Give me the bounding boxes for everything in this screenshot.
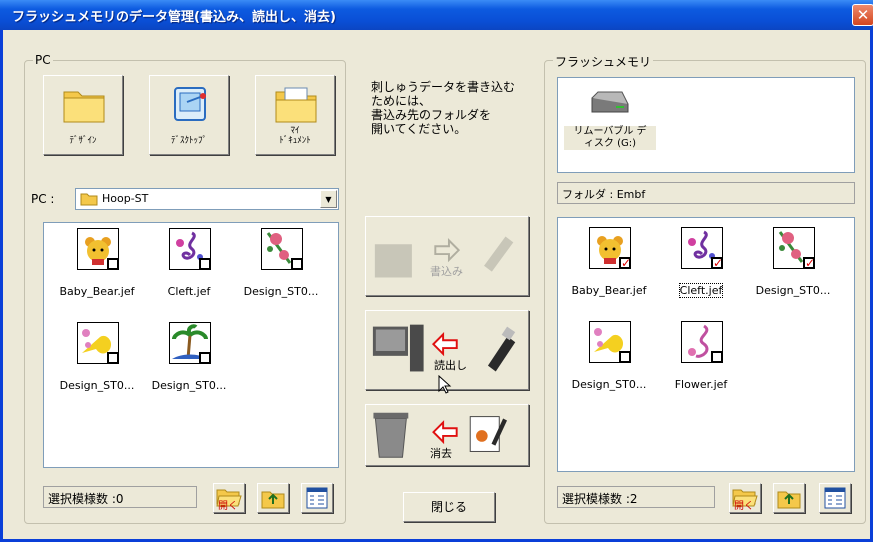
- file-name: Cleft.jef: [654, 283, 748, 298]
- flash-file-list[interactable]: ✓ Baby_Bear.jef ✓ Cleft.jef ✓ Design_ST0…: [557, 217, 855, 472]
- flash-file-item[interactable]: ✓ Cleft.jef: [654, 224, 748, 314]
- flash-folder-field: フォルダ : Embf: [557, 182, 855, 204]
- read-button[interactable]: 読出し: [365, 310, 529, 394]
- checked-checkbox[interactable]: ✓: [619, 257, 631, 269]
- pc-view-toggle-button[interactable]: [301, 483, 333, 513]
- pc-location-value: Hoop-ST: [102, 192, 149, 205]
- flash-up-folder-button[interactable]: [773, 483, 805, 513]
- pc-open-label: 開く: [218, 501, 238, 512]
- write-to-flash-icon: [374, 236, 514, 278]
- file-name: Design_ST0...: [59, 379, 135, 392]
- desktop-icon: [174, 87, 206, 121]
- bear-thumbnail: ✓: [589, 227, 631, 269]
- bear-thumbnail: [77, 228, 119, 270]
- folder-icon: [63, 91, 105, 123]
- select-checkbox[interactable]: [199, 352, 211, 364]
- focused-file-name: Cleft.jef: [678, 283, 724, 298]
- title-bar: フラッシュメモリのデータ管理(書込み、読出し、消去) ✕: [0, 0, 873, 30]
- main-window: フラッシュメモリのデータ管理(書込み、読出し、消去) ✕ PC ﾃﾞｻﾞｲﾝ ﾃ…: [0, 0, 873, 542]
- pc-selected-count: 選択模様数 :0: [43, 486, 197, 508]
- file-name: Design_ST0...: [243, 285, 319, 298]
- checked-checkbox[interactable]: ✓: [803, 257, 815, 269]
- my-documents-label: ﾏｲ ﾄﾞｷｭﾒﾝﾄ: [279, 126, 311, 146]
- up-folder-icon: [261, 491, 285, 509]
- my-documents-button[interactable]: ﾏｲ ﾄﾞｷｭﾒﾝﾄ: [255, 75, 335, 155]
- file-name: Design_ST0...: [151, 379, 227, 392]
- file-name: Baby_Bear.jef: [571, 284, 647, 297]
- small-folder-icon: [80, 193, 98, 206]
- file-name: Design_ST0...: [571, 378, 647, 391]
- list-view-icon: [306, 487, 328, 509]
- up-folder-icon: [777, 491, 801, 509]
- pc-group-label: PC: [33, 53, 53, 67]
- design-folder-label: ﾃﾞｻﾞｲﾝ: [69, 136, 97, 146]
- flash-open-label: 開く: [734, 501, 754, 512]
- floral-thumbnail: ✓: [773, 227, 815, 269]
- flash-group: フラッシュメモリ リムーバブル デ ィスク (G:) フォルダ : Embf ✓…: [544, 53, 866, 524]
- erase-button[interactable]: 消去: [365, 404, 529, 466]
- select-checkbox[interactable]: [711, 351, 723, 363]
- select-checkbox[interactable]: [291, 258, 303, 270]
- removable-drive-item[interactable]: リムーバブル デ ィスク (G:): [562, 82, 658, 168]
- select-checkbox[interactable]: [619, 351, 631, 363]
- drive-list[interactable]: リムーバブル デ ィスク (G:): [557, 77, 855, 173]
- select-checkbox[interactable]: [107, 258, 119, 270]
- pc-file-item[interactable]: Design_ST0...: [142, 319, 236, 409]
- cleft-thumbnail: ✓: [681, 227, 723, 269]
- pc-up-folder-button[interactable]: [257, 483, 289, 513]
- flash-view-toggle-button[interactable]: [819, 483, 851, 513]
- file-name: Flower.jef: [674, 378, 728, 391]
- pc-file-item[interactable]: Design_ST0...: [234, 225, 328, 315]
- removable-disk-label: リムーバブル デ ィスク (G:): [564, 126, 656, 150]
- flash-folder-value: Embf: [616, 188, 646, 201]
- flash-file-item[interactable]: Flower.jef: [654, 318, 748, 408]
- design-folder-button[interactable]: ﾃﾞｻﾞｲﾝ: [43, 75, 123, 155]
- pc-open-button[interactable]: 開く: [213, 483, 245, 513]
- flower-thumbnail: [681, 321, 723, 363]
- flash-folder-label: フォルダ :: [562, 188, 617, 201]
- file-name: Baby_Bear.jef: [59, 285, 135, 298]
- window-title: フラッシュメモリのデータ管理(書込み、読出し、消去): [12, 10, 336, 25]
- list-view-icon: [824, 487, 846, 509]
- erase-label: 消去: [430, 447, 452, 460]
- write-button[interactable]: 書込み: [365, 216, 529, 296]
- floral-thumbnail: [261, 228, 303, 270]
- music-thumbnail: [589, 321, 631, 363]
- close-button[interactable]: 閉じる: [403, 492, 495, 522]
- checked-checkbox[interactable]: ✓: [711, 257, 723, 269]
- pc-location-dropdown[interactable]: Hoop-ST ▼: [75, 188, 339, 210]
- palm-thumbnail: [169, 322, 211, 364]
- select-checkbox[interactable]: [107, 352, 119, 364]
- music-thumbnail: [77, 322, 119, 364]
- read-label: 読出し: [434, 359, 467, 372]
- flash-selected-count: 選択模様数 :2: [557, 486, 715, 508]
- flash-open-button[interactable]: 開く: [729, 483, 761, 513]
- write-label: 書込み: [430, 265, 463, 278]
- pc-file-list[interactable]: Baby_Bear.jef Cleft.jef Design_ST0... De…: [43, 222, 339, 468]
- pc-file-item[interactable]: Baby_Bear.jef: [50, 225, 144, 315]
- flash-file-item[interactable]: ✓ Design_ST0...: [746, 224, 840, 314]
- select-checkbox[interactable]: [199, 258, 211, 270]
- pc-file-item[interactable]: Cleft.jef: [142, 225, 236, 315]
- instruction-text: 刺しゅうデータを書き込む ためには、 書込み先のフォルダを 開いてください。: [371, 80, 516, 136]
- chevron-down-icon[interactable]: ▼: [320, 190, 337, 208]
- pc-location-label: PC :: [31, 192, 55, 206]
- flash-file-item[interactable]: Design_ST0...: [562, 318, 656, 408]
- pc-file-item[interactable]: Design_ST0...: [50, 319, 144, 409]
- my-documents-icon: [275, 87, 317, 123]
- file-name: Design_ST0...: [755, 284, 831, 297]
- flash-file-item[interactable]: ✓ Baby_Bear.jef: [562, 224, 656, 314]
- desktop-label: ﾃﾞｽｸﾄｯﾌﾟ: [170, 136, 207, 146]
- desktop-button[interactable]: ﾃﾞｽｸﾄｯﾌﾟ: [149, 75, 229, 155]
- close-window-button[interactable]: ✕: [852, 4, 873, 26]
- flash-group-label: フラッシュメモリ: [553, 53, 654, 70]
- cleft-thumbnail: [169, 228, 211, 270]
- removable-disk-icon: [591, 91, 629, 113]
- pc-group: PC ﾃﾞｻﾞｲﾝ ﾃﾞｽｸﾄｯﾌﾟ ﾏｲ ﾄﾞｷｭﾒﾝﾄ PC: Hoop-…: [24, 53, 346, 524]
- mouse-cursor-icon: [438, 375, 452, 394]
- file-name: Cleft.jef: [167, 285, 211, 298]
